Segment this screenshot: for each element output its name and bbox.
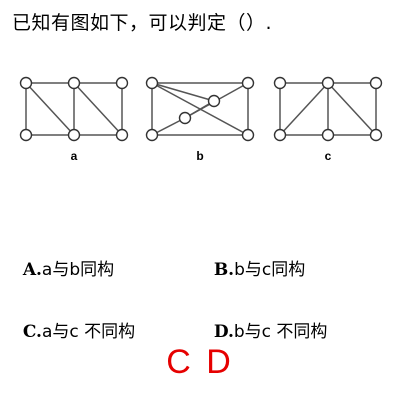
- graph-vertex: [67, 128, 81, 142]
- graph-vertex: [369, 128, 383, 142]
- graph-vertex: [178, 111, 192, 125]
- option-c-text: a与c 不同构: [41, 322, 136, 342]
- option-c-letter: C.: [22, 322, 42, 342]
- option-d-text: b与c 不同构: [233, 322, 328, 342]
- option-a-letter: A.: [22, 260, 42, 280]
- graph-vertex: [19, 128, 33, 142]
- option-d: D.b与c 不同构: [203, 299, 328, 343]
- graph-vertex: [207, 94, 221, 108]
- option-c: C.a与c 不同构: [12, 299, 135, 343]
- graph-vertex: [321, 128, 335, 142]
- graph-vertex: [241, 76, 255, 90]
- option-b-letter: B.: [213, 260, 235, 280]
- graph-vertex: [321, 76, 335, 90]
- graph-vertex: [145, 76, 159, 90]
- graph-label-b: b: [196, 149, 203, 163]
- graph-vertex: [273, 76, 287, 90]
- graph-label-c: c: [325, 149, 332, 163]
- question-text: 已知有图如下，可以判定（）.: [12, 12, 273, 34]
- graph-vertex: [19, 76, 33, 90]
- answer-text: C D: [166, 343, 234, 381]
- option-b-text: b与c同构: [234, 260, 306, 280]
- graph-vertex: [369, 76, 383, 90]
- graph-diagram: a b c: [19, 76, 383, 163]
- graph-b: [151, 82, 249, 136]
- graph-vertex: [115, 128, 129, 142]
- graph-vertex: [115, 76, 129, 90]
- graph-vertex: [145, 128, 159, 142]
- graph-a: [25, 82, 123, 136]
- option-d-letter: D.: [213, 322, 234, 342]
- option-a-text: a与b同构: [41, 260, 115, 280]
- graph-figure: a b c: [0, 68, 400, 176]
- option-a: A.a与b同构: [12, 237, 114, 281]
- graph-label-a: a: [71, 149, 78, 163]
- graph-c: [279, 82, 377, 136]
- option-b: B.b与c同构: [203, 237, 305, 281]
- graph-vertex: [273, 128, 287, 142]
- graph-vertex: [241, 128, 255, 142]
- graph-vertex: [67, 76, 81, 90]
